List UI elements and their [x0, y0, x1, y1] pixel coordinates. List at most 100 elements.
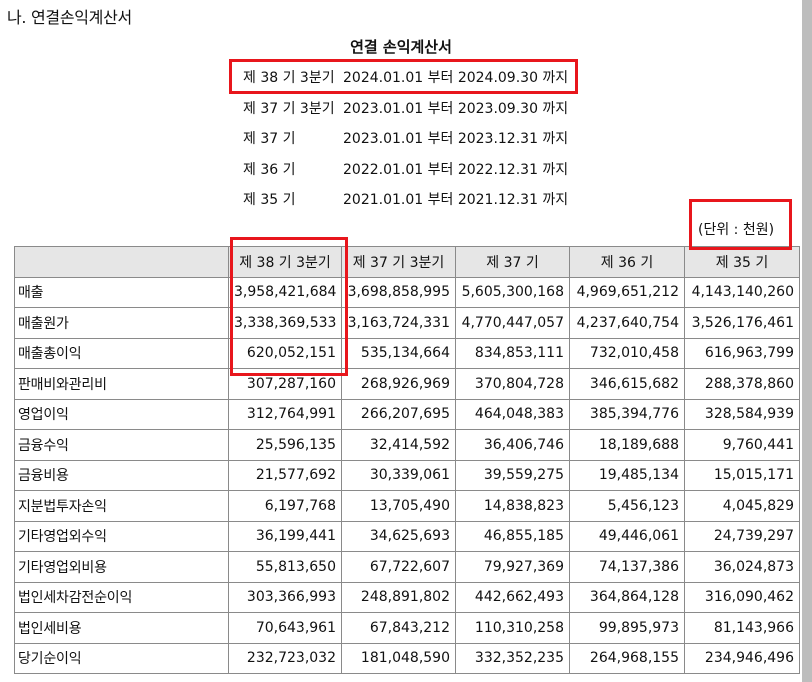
row-label: 법인세차감전순이익: [14, 581, 229, 613]
row-value: 110,310,258: [455, 612, 570, 644]
row-value: 4,770,447,057: [455, 307, 570, 339]
row-value: 34,625,693: [341, 520, 456, 552]
row-label: 금융수익: [14, 429, 229, 461]
row-value: 385,394,776: [569, 398, 685, 430]
statement-title: 연결 손익계산서: [350, 38, 452, 56]
row-value: 46,855,185: [455, 520, 570, 552]
header-account: [14, 246, 229, 278]
table-header-row: 제 38 기 3분기 제 37 기 3분기 제 37 기 제 36 기 제 35…: [14, 246, 800, 278]
row-value: 4,045,829: [684, 490, 800, 522]
row-value: 6,197,768: [228, 490, 342, 522]
row-value: 36,406,746: [455, 429, 570, 461]
row-value: 79,927,369: [455, 551, 570, 583]
period-range: 2021.01.01 부터 2021.12.31 까지: [343, 192, 569, 208]
row-value: 370,804,728: [455, 368, 570, 400]
row-value: 616,963,799: [684, 337, 800, 369]
row-label: 기타영업외비용: [14, 551, 229, 583]
table-row: 당기순이익 232,723,032 181,048,590 332,352,235 26…: [14, 642, 800, 674]
period-seq: 제 37 기: [243, 131, 296, 147]
row-value: 332,352,235: [455, 642, 570, 674]
header-period: 제 37 기: [455, 246, 570, 278]
row-value: 14,838,823: [455, 490, 570, 522]
table-row: 지분법투자손익 6,197,768 13,705,490 14,838,823 5,45…: [14, 490, 800, 522]
table-row: 매출총이익 620,052,151 535,134,664 834,853,111 73…: [14, 337, 800, 369]
scrollbar-track[interactable]: [802, 0, 812, 682]
row-label: 매출총이익: [14, 337, 229, 369]
row-value: 264,968,155: [569, 642, 685, 674]
section-title: 나. 연결손익계산서: [7, 8, 132, 27]
period-line: 제 38 기 3분기 2024.01.01 부터 2024.09.30 까지: [243, 67, 568, 87]
row-value: 303,366,993: [228, 581, 342, 613]
row-value: 535,134,664: [341, 337, 456, 369]
row-label: 금융비용: [14, 459, 229, 491]
row-value: 364,864,128: [569, 581, 685, 613]
row-value: 49,446,061: [569, 520, 685, 552]
row-value: 346,615,682: [569, 368, 685, 400]
row-value: 620,052,151: [228, 337, 342, 369]
period-line: 제 36 기 2022.01.01 부터 2022.12.31 까지: [243, 159, 568, 179]
row-value: 732,010,458: [569, 337, 685, 369]
row-value: 39,559,275: [455, 459, 570, 491]
row-label: 당기순이익: [14, 642, 229, 674]
row-value: 18,189,688: [569, 429, 685, 461]
row-value: 24,739,297: [684, 520, 800, 552]
header-period: 제 38 기 3분기: [228, 246, 342, 278]
period-line: 제 35 기 2021.01.01 부터 2021.12.31 까지: [243, 189, 568, 209]
table-row: 기타영업외비용 55,813,650 67,722,607 79,927,369 74,…: [14, 551, 800, 583]
row-value: 4,143,140,260: [684, 276, 800, 308]
period-seq: 제 38 기 3분기: [243, 70, 335, 86]
period-line: 제 37 기 2023.01.01 부터 2023.12.31 까지: [243, 128, 568, 148]
row-value: 834,853,111: [455, 337, 570, 369]
row-label: 판매비와관리비: [14, 368, 229, 400]
row-value: 55,813,650: [228, 551, 342, 583]
row-value: 307,287,160: [228, 368, 342, 400]
row-label: 매출: [14, 276, 229, 308]
row-value: 81,143,966: [684, 612, 800, 644]
row-value: 32,414,592: [341, 429, 456, 461]
table-row: 금융수익 25,596,135 32,414,592 36,406,746 18,189…: [14, 429, 800, 461]
period-range: 2023.01.01 부터 2023.09.30 까지: [343, 101, 569, 117]
row-value: 19,485,134: [569, 459, 685, 491]
period-range: 2022.01.01 부터 2022.12.31 까지: [343, 162, 569, 178]
row-value: 232,723,032: [228, 642, 342, 674]
row-label: 지분법투자손익: [14, 490, 229, 522]
period-seq: 제 36 기: [243, 162, 296, 178]
row-value: 13,705,490: [341, 490, 456, 522]
row-value: 3,698,858,995: [341, 276, 456, 308]
table-row: 법인세차감전순이익 303,366,993 248,891,802 442,662,4…: [14, 581, 800, 613]
row-value: 67,722,607: [341, 551, 456, 583]
row-value: 442,662,493: [455, 581, 570, 613]
row-value: 21,577,692: [228, 459, 342, 491]
row-value: 312,764,991: [228, 398, 342, 430]
row-value: 15,015,171: [684, 459, 800, 491]
row-value: 3,163,724,331: [341, 307, 456, 339]
row-value: 248,891,802: [341, 581, 456, 613]
row-value: 464,048,383: [455, 398, 570, 430]
table-row: 기타영업외수익 36,199,441 34,625,693 46,855,185 49,…: [14, 520, 800, 552]
row-value: 36,199,441: [228, 520, 342, 552]
row-value: 234,946,496: [684, 642, 800, 674]
row-value: 25,596,135: [228, 429, 342, 461]
row-value: 67,843,212: [341, 612, 456, 644]
table-row: 법인세비용 70,643,961 67,843,212 110,310,258 99,8…: [14, 612, 800, 644]
row-value: 9,760,441: [684, 429, 800, 461]
table-row: 매출 3,958,421,684 3,698,858,995 5,605,300,16…: [14, 276, 800, 308]
row-value: 36,024,873: [684, 551, 800, 583]
row-value: 4,237,640,754: [569, 307, 685, 339]
unit-label: (단위 : 천원): [698, 222, 775, 238]
row-value: 5,605,300,168: [455, 276, 570, 308]
row-value: 99,895,973: [569, 612, 685, 644]
row-value: 268,926,969: [341, 368, 456, 400]
row-label: 영업이익: [14, 398, 229, 430]
row-value: 181,048,590: [341, 642, 456, 674]
row-value: 30,339,061: [341, 459, 456, 491]
row-value: 288,378,860: [684, 368, 800, 400]
table-row: 금융비용 21,577,692 30,339,061 39,559,275 19,485…: [14, 459, 800, 491]
period-seq: 제 37 기 3분기: [243, 101, 335, 117]
period-range: 2024.01.01 부터 2024.09.30 까지: [343, 70, 569, 86]
table-row: 매출원가 3,338,369,533 3,163,724,331 4,770,447,…: [14, 307, 800, 339]
row-value: 316,090,462: [684, 581, 800, 613]
period-seq: 제 35 기: [243, 192, 296, 208]
row-value: 3,526,176,461: [684, 307, 800, 339]
income-statement-table: 제 38 기 3분기 제 37 기 3분기 제 37 기 제 36 기 제 35…: [14, 246, 800, 674]
